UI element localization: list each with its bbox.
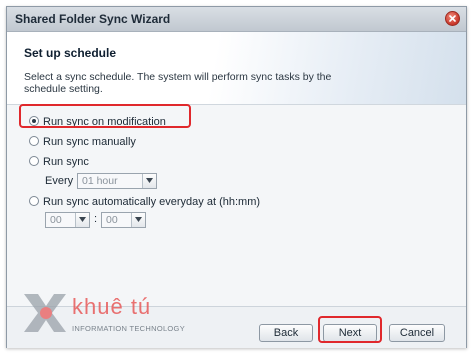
wizard-header: Set up schedule Select a sync schedule. … bbox=[7, 32, 466, 105]
minute-value: 00 bbox=[106, 214, 118, 226]
highlight-box-next bbox=[318, 316, 382, 343]
interval-dropdown-button[interactable] bbox=[142, 174, 156, 188]
time-separator: : bbox=[94, 213, 98, 225]
chevron-down-icon bbox=[79, 217, 86, 222]
window-title: Shared Folder Sync Wizard bbox=[15, 12, 171, 26]
back-button[interactable]: Back bbox=[259, 324, 313, 342]
hour-select[interactable]: 00 bbox=[45, 212, 90, 228]
minute-dropdown-button[interactable] bbox=[131, 213, 145, 227]
radio-run-manually[interactable] bbox=[29, 136, 39, 146]
every-label: Every bbox=[45, 175, 74, 187]
watermark-tagline: INFORMATION TECHNOLOGY bbox=[72, 324, 185, 333]
option-label: Run sync automatically everyday at (hh:m… bbox=[43, 196, 261, 208]
close-icon bbox=[449, 15, 456, 22]
page-title: Set up schedule bbox=[24, 46, 117, 60]
schedule-options: Run sync on modification Run sync manual… bbox=[7, 105, 466, 305]
x-logo-icon bbox=[24, 294, 66, 332]
title-bar: Shared Folder Sync Wizard bbox=[7, 7, 466, 32]
cancel-button[interactable]: Cancel bbox=[389, 324, 445, 342]
option-label: Run sync manually bbox=[43, 136, 136, 148]
close-button[interactable] bbox=[445, 11, 460, 26]
option-label: Run sync bbox=[43, 156, 89, 168]
hour-dropdown-button[interactable] bbox=[75, 213, 89, 227]
minute-select[interactable]: 00 bbox=[101, 212, 146, 228]
chevron-down-icon bbox=[135, 217, 142, 222]
page-description: Select a sync schedule. The system will … bbox=[24, 71, 332, 95]
interval-select[interactable]: 01 hour bbox=[77, 173, 157, 189]
option-run-automatically[interactable]: Run sync automatically everyday at (hh:m… bbox=[29, 196, 260, 208]
chevron-down-icon bbox=[146, 178, 153, 183]
watermark-name: khuê tú bbox=[72, 294, 152, 319]
watermark-logo: khuê tú INFORMATION TECHNOLOGY bbox=[20, 288, 190, 338]
option-run-sync[interactable]: Run sync bbox=[29, 156, 89, 168]
hour-value: 00 bbox=[50, 214, 62, 226]
highlight-box-option bbox=[19, 104, 191, 128]
radio-run-sync[interactable] bbox=[29, 156, 39, 166]
interval-value: 01 hour bbox=[82, 175, 118, 187]
option-run-manually[interactable]: Run sync manually bbox=[29, 136, 136, 148]
radio-run-automatically[interactable] bbox=[29, 196, 39, 206]
